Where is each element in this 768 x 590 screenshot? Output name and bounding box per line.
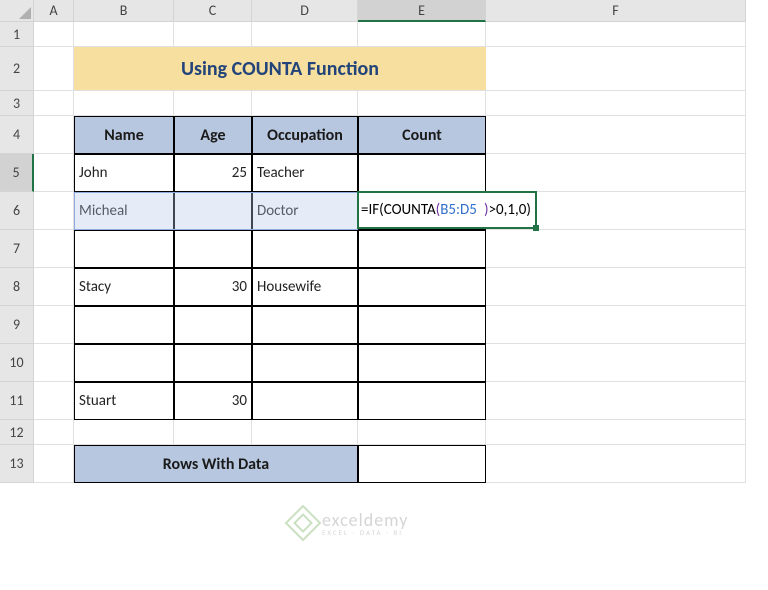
row-header-9[interactable]: 9: [0, 306, 34, 344]
table-cell[interactable]: [358, 382, 486, 420]
table-cell[interactable]: [252, 306, 358, 344]
header-age[interactable]: Age: [174, 116, 252, 154]
row-header-2[interactable]: 2: [0, 47, 34, 91]
col-header-E[interactable]: E: [358, 0, 486, 22]
cell[interactable]: [34, 230, 74, 268]
table-cell[interactable]: 30: [174, 268, 252, 306]
table-cell[interactable]: [74, 230, 174, 268]
table-cell[interactable]: [74, 344, 174, 382]
table-cell[interactable]: 30: [174, 382, 252, 420]
row-header-13[interactable]: 13: [0, 445, 34, 483]
cell[interactable]: [74, 22, 174, 47]
cell[interactable]: [486, 91, 746, 116]
table-cell[interactable]: [358, 154, 486, 192]
cell[interactable]: [252, 420, 358, 445]
col-header-C[interactable]: C: [174, 0, 252, 22]
cell[interactable]: [486, 154, 746, 192]
row-header-4[interactable]: 4: [0, 116, 34, 154]
table-cell[interactable]: Micheal: [74, 192, 174, 230]
cell[interactable]: [486, 47, 746, 91]
row-header-7[interactable]: 7: [0, 230, 34, 268]
table-cell[interactable]: [74, 306, 174, 344]
cell[interactable]: [486, 344, 746, 382]
cell[interactable]: [486, 116, 746, 154]
watermark: exceldemy EXCEL · DATA · BI: [290, 510, 408, 536]
row-header-10[interactable]: 10: [0, 344, 34, 382]
cell[interactable]: [34, 420, 74, 445]
cell[interactable]: [486, 268, 746, 306]
table-cell[interactable]: Stuart: [74, 382, 174, 420]
row-header-1[interactable]: 1: [0, 22, 34, 47]
summary-label: Rows With Data: [74, 445, 358, 483]
table-cell[interactable]: [252, 344, 358, 382]
cell[interactable]: [174, 22, 252, 47]
table-cell[interactable]: Stacy: [74, 268, 174, 306]
cell[interactable]: [74, 420, 174, 445]
table-cell[interactable]: [252, 382, 358, 420]
col-header-F[interactable]: F: [486, 0, 746, 22]
col-header-B[interactable]: B: [74, 0, 174, 22]
header-name[interactable]: Name: [74, 116, 174, 154]
header-count[interactable]: Count: [358, 116, 486, 154]
header-occupation[interactable]: Occupation: [252, 116, 358, 154]
cell[interactable]: [358, 22, 486, 47]
row-header-3[interactable]: 3: [0, 91, 34, 116]
watermark-brand: exceldemy: [322, 511, 408, 529]
col-header-A[interactable]: A: [34, 0, 74, 22]
cell[interactable]: [174, 91, 252, 116]
spreadsheet-grid: A B C D E F 1 2 3 4 5 6 7 8 9 10 11 12 1…: [0, 0, 768, 483]
cell[interactable]: [34, 344, 74, 382]
select-all-corner[interactable]: [0, 0, 34, 22]
row-header-8[interactable]: 8: [0, 268, 34, 306]
cell[interactable]: [358, 91, 486, 116]
table-cell[interactable]: Housewife: [252, 268, 358, 306]
row-header-5[interactable]: 5: [0, 154, 34, 192]
table-cell[interactable]: [358, 268, 486, 306]
table-cell[interactable]: [358, 344, 486, 382]
cell[interactable]: [252, 91, 358, 116]
table-cell[interactable]: [174, 344, 252, 382]
watermark-tagline: EXCEL · DATA · BI: [322, 529, 408, 536]
table-cell[interactable]: 25: [174, 154, 252, 192]
cell[interactable]: [486, 382, 746, 420]
cell[interactable]: [34, 47, 74, 91]
cell[interactable]: [486, 22, 746, 47]
summary-value[interactable]: [358, 445, 486, 483]
table-cell[interactable]: Doctor: [252, 192, 358, 230]
watermark-logo-icon: [285, 505, 322, 542]
cell[interactable]: [486, 445, 746, 483]
cell[interactable]: [34, 306, 74, 344]
table-cell[interactable]: [174, 306, 252, 344]
cell[interactable]: [34, 445, 74, 483]
cell[interactable]: [486, 306, 746, 344]
table-cell[interactable]: [358, 192, 486, 230]
cell[interactable]: [34, 268, 74, 306]
table-cell[interactable]: Teacher: [252, 154, 358, 192]
cell[interactable]: [34, 192, 74, 230]
cell[interactable]: [34, 91, 74, 116]
table-cell[interactable]: John: [74, 154, 174, 192]
cell[interactable]: [34, 116, 74, 154]
cell[interactable]: [358, 420, 486, 445]
page-title: Using COUNTA Function: [74, 47, 486, 91]
cell[interactable]: [174, 420, 252, 445]
cell[interactable]: [74, 91, 174, 116]
row-header-12[interactable]: 12: [0, 420, 34, 445]
cell[interactable]: [486, 230, 746, 268]
cell[interactable]: [34, 22, 74, 47]
table-cell[interactable]: [174, 230, 252, 268]
row-header-11[interactable]: 11: [0, 382, 34, 420]
table-cell[interactable]: [174, 192, 252, 230]
cell[interactable]: [34, 382, 74, 420]
cell[interactable]: [486, 192, 746, 230]
cell[interactable]: [34, 154, 74, 192]
table-cell[interactable]: [358, 230, 486, 268]
table-cell[interactable]: [252, 230, 358, 268]
col-header-D[interactable]: D: [252, 0, 358, 22]
cell[interactable]: [486, 420, 746, 445]
cell[interactable]: [252, 22, 358, 47]
row-header-6[interactable]: 6: [0, 192, 34, 230]
table-cell[interactable]: [358, 306, 486, 344]
